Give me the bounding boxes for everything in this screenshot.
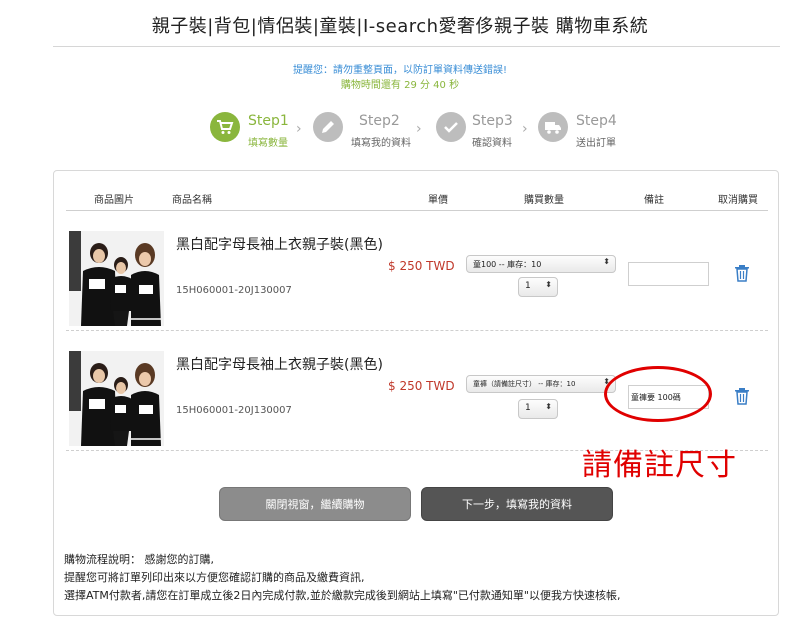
cart-icon xyxy=(210,112,240,142)
quantity-select[interactable]: 1 ⬍ xyxy=(518,399,558,419)
instruction-line: 購物流程說明： 感謝您的訂購, xyxy=(64,553,214,566)
size-select-value: 童褲（請備註尺寸） -- 庫存：10 xyxy=(473,380,576,388)
product-name[interactable]: 黑白配字母長袖上衣親子裝(黑色) xyxy=(176,235,386,255)
updown-caret-icon: ⬍ xyxy=(545,402,552,411)
updown-caret-icon: ⬍ xyxy=(603,257,610,266)
purchase-instructions: 購物流程說明： 感謝您的訂購, 提醒您可將訂單列印出來以方便您確認訂購的商品及繳… xyxy=(64,551,621,605)
refresh-warning: 提醒您：請勿重整頁面，以防訂單資料傳送錯誤! xyxy=(292,65,507,76)
checkout-steps: Step1 填寫數量 › Step2 填寫我的資料 › Step3 確認資料 ›… xyxy=(210,112,630,152)
step-label: Step3 xyxy=(472,113,513,129)
page-title: 親子裝|背包|情侶裝|童裝|I-search愛奢侈親子裝 購物車系統 xyxy=(151,16,649,37)
chevron-right-icon: › xyxy=(416,121,422,137)
product-image[interactable] xyxy=(69,351,164,446)
trash-icon[interactable] xyxy=(734,387,750,405)
col-note: 備註 xyxy=(644,195,664,206)
product-name[interactable]: 黑白配字母長袖上衣親子裝(黑色) xyxy=(176,355,386,375)
quantity-value: 1 xyxy=(525,281,531,291)
col-name: 商品名稱 xyxy=(172,195,212,206)
step-label: Step1 xyxy=(248,113,289,129)
annotation-circle xyxy=(604,366,712,422)
instruction-line: 提醒您可將訂單列印出來以方便您確認訂購的商品及繳費資訊, xyxy=(64,571,365,584)
quantity-value: 1 xyxy=(525,403,531,413)
note-input[interactable] xyxy=(628,262,709,286)
size-select[interactable]: 童100 -- 庫存：10 ⬍ xyxy=(466,255,616,273)
size-select-value: 童100 -- 庫存：10 xyxy=(473,260,542,269)
table-row: 黑白配字母長袖上衣親子裝(黑色) 15H060001-20J130007 $ 2… xyxy=(66,219,768,331)
col-cancel: 取消購買 xyxy=(718,195,758,206)
chevron-right-icon: › xyxy=(522,121,528,137)
next-step-button[interactable]: 下一步，填寫我的資料 xyxy=(421,487,613,521)
step-sublabel: 填寫數量 xyxy=(248,138,288,149)
col-price: 單價 xyxy=(428,195,448,206)
trash-icon[interactable] xyxy=(734,264,750,282)
col-image: 商品圖片 xyxy=(94,195,134,206)
pencil-icon xyxy=(313,112,343,142)
annotation-text: 請備註尺寸 xyxy=(582,448,737,483)
check-icon xyxy=(436,112,466,142)
step-sublabel: 送出訂單 xyxy=(576,138,616,149)
product-code: 15H060001-20J130007 xyxy=(176,285,292,296)
col-qty: 購買數量 xyxy=(524,195,564,206)
unit-price: $ 250 TWD xyxy=(388,259,455,273)
product-code: 15H060001-20J130007 xyxy=(176,405,292,416)
step-label: Step2 xyxy=(359,113,400,129)
close-continue-shopping-button[interactable]: 關閉視窗，繼續購物 xyxy=(219,487,411,521)
table-header: 商品圖片 商品名稱 單價 購買數量 備註 取消購買 xyxy=(66,187,768,211)
step-sublabel: 填寫我的資料 xyxy=(351,138,411,149)
updown-caret-icon: ⬍ xyxy=(545,280,552,289)
quantity-select[interactable]: 1 ⬍ xyxy=(518,277,558,297)
step-label: Step4 xyxy=(576,113,617,129)
shopping-timer: 購物時間還有 29 分 40 秒 xyxy=(340,80,460,91)
instruction-line: 選擇ATM付款者,請您在訂單成立後2日內完成付款,並於繳款完成後到網站上填寫"已… xyxy=(64,589,621,602)
chevron-right-icon: › xyxy=(296,121,302,137)
unit-price: $ 250 TWD xyxy=(388,379,455,393)
title-divider xyxy=(53,46,780,47)
truck-icon xyxy=(538,112,568,142)
step-sublabel: 確認資料 xyxy=(472,138,512,149)
size-select[interactable]: 童褲（請備註尺寸） -- 庫存：10 ⬍ xyxy=(466,375,616,393)
product-image[interactable] xyxy=(69,231,164,326)
